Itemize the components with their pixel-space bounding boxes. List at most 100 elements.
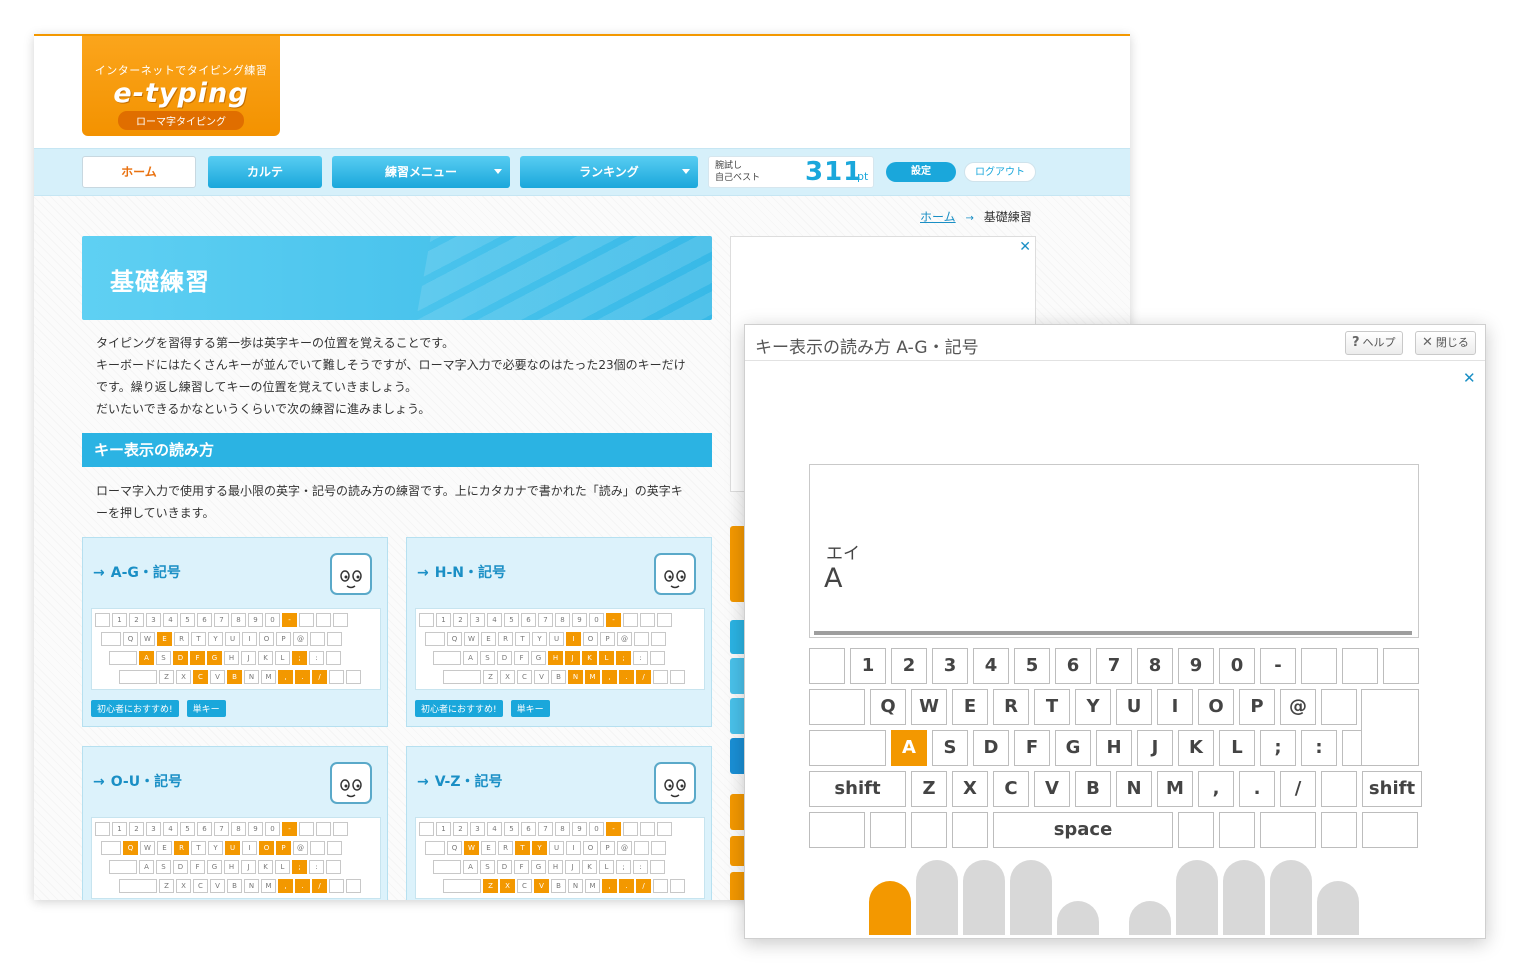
key-mascot-icon	[330, 553, 372, 595]
nav-ranking-button[interactable]: ランキング	[520, 156, 698, 188]
nav-home-button[interactable]: ホーム	[82, 156, 196, 188]
mini-key: N	[568, 670, 583, 684]
mini-key: B	[227, 670, 242, 684]
close-button[interactable]: ✕ 閉じる	[1415, 331, 1476, 355]
side-tab-orange[interactable]	[730, 872, 744, 900]
key-blank	[1383, 648, 1419, 684]
nav-practice-menu-button[interactable]: 練習メニュー	[332, 156, 510, 188]
key-7: 7	[1096, 648, 1132, 684]
side-tab-orange[interactable]	[730, 836, 744, 866]
mini-keyboard-row: Z X C V B N M,. /	[443, 879, 685, 893]
key-e: E	[952, 689, 988, 725]
mini-key: ,	[602, 879, 617, 893]
mini-key: H	[224, 860, 239, 874]
mini-key: I	[242, 632, 257, 646]
side-tab-blue[interactable]	[730, 738, 744, 774]
mini-key: M	[261, 879, 276, 893]
settings-button[interactable]: 設定	[886, 162, 956, 182]
lesson-card-v-z[interactable]: → V-Z・記号 1 2 3 4 5 6 7 8 9 0- Q W E R T Y U I O P @ A S D F G H J K L;…	[406, 746, 712, 900]
mini-keyboard-row: 1234567890-	[419, 613, 672, 627]
breadcrumb-home-link[interactable]: ホーム	[920, 210, 956, 224]
mini-key: 8	[555, 613, 570, 627]
mini-key: O	[583, 632, 598, 646]
key-j: J	[1137, 730, 1173, 766]
mini-keyboard-row: Z X C V B N M,. /	[119, 879, 361, 893]
lesson-card-h-n[interactable]: → H-N・記号 1 2 3 4 5 6 7 8 9 0- Q W E R T Y U I O P @ A S D F G H J K L;…	[406, 537, 712, 727]
mini-key: M	[261, 670, 276, 684]
mini-key	[299, 613, 314, 627]
mini-key	[333, 613, 348, 627]
intro-line: タイピングを習得する第一歩は英字キーの位置を覚えることです。	[96, 336, 455, 350]
side-tab-orange[interactable]	[730, 794, 744, 830]
logout-button[interactable]: ログアウト	[964, 162, 1036, 182]
finger-right-ring	[1270, 860, 1312, 935]
mini-key: 8	[555, 822, 570, 836]
mini-key	[653, 670, 668, 684]
mini-key: J	[241, 860, 256, 874]
mini-key: 1	[112, 613, 127, 627]
key-symbol: .	[1239, 771, 1275, 807]
mini-key: .	[619, 879, 634, 893]
mini-key: R	[498, 841, 513, 855]
lesson-card-title-text: H-N・記号	[434, 565, 506, 581]
mini-keyboard-row: 1234567890-	[419, 822, 672, 836]
mini-keyboard: 1 2 3 4 5 6 7 8 9 0- Q W E R T Y U I O P @ A S D F G H J K L;: Z X C V B N M…	[91, 608, 381, 690]
nav-ranking-label: ランキング	[579, 165, 639, 179]
side-tab-blue[interactable]	[730, 658, 744, 694]
mini-key: 6	[197, 822, 212, 836]
mini-key	[109, 860, 137, 874]
lesson-card-a-g[interactable]: → A-G・記号 1 2 3 4 5 6 7 8 9 0- Q W E R T Y U I O P @ A S D F G H J K L;…	[82, 537, 388, 727]
mini-keyboard-row: Q W E R T Y U I O P @	[425, 841, 666, 855]
mini-key	[327, 632, 342, 646]
close-ad-icon[interactable]: ✕	[1019, 239, 1031, 255]
mini-key: ,	[278, 879, 293, 893]
finger-left-index	[1010, 860, 1052, 935]
side-tab-blue[interactable]	[730, 620, 744, 654]
mini-key: 2	[129, 613, 144, 627]
mini-key: H	[224, 651, 239, 665]
mini-key	[333, 822, 348, 836]
lesson-card-o-u[interactable]: → O-U・記号 1 2 3 4 5 6 7 8 9 0- Q W E R T Y U I O P @ A S D F G H J K L;…	[82, 746, 388, 900]
section-description: ローマ字入力で使用する最小限の英字・記号の読み方の練習です。上にカタカナで書かれ…	[96, 480, 706, 524]
mini-key: 1	[436, 822, 451, 836]
site-logo[interactable]: インターネットでタイピング練習 e-typing ローマ字タイピング	[82, 36, 280, 136]
mini-key: 9	[572, 613, 587, 627]
key-symbol: @	[1280, 689, 1316, 725]
best-score-box: 腕試し 自己ベスト 311 pt	[708, 156, 874, 188]
mini-keyboard: 1 2 3 4 5 6 7 8 9 0- Q W E R T Y U I O P @ A S D F G H J K L;: Z X C V B N M…	[91, 817, 381, 899]
mini-key: 8	[231, 613, 246, 627]
mini-key	[95, 822, 110, 836]
mini-key: C	[517, 879, 532, 893]
key-o: O	[1198, 689, 1234, 725]
nav-karte-button[interactable]: カルテ	[208, 156, 322, 188]
mini-key: M	[585, 670, 600, 684]
mini-key: -	[606, 613, 621, 627]
mini-key: P	[600, 632, 615, 646]
mini-key: R	[174, 841, 189, 855]
mini-key: A	[463, 651, 478, 665]
side-tab-orange[interactable]	[730, 526, 744, 602]
help-button[interactable]: ? ヘルプ	[1345, 331, 1403, 355]
best-label-line1: 腕試し	[715, 161, 743, 171]
side-tab-blue[interactable]	[730, 698, 744, 734]
page-title: 基礎練習	[110, 268, 210, 296]
intro-text: タイピングを習得する第一歩は英字キーの位置を覚えることです。 キーボードにはたく…	[96, 332, 706, 420]
mini-key: A	[463, 860, 478, 874]
mini-key: X	[500, 879, 515, 893]
mini-key: F	[514, 860, 529, 874]
lesson-card-title: → O-U・記号	[93, 771, 182, 791]
dismiss-icon[interactable]: ✕	[1463, 369, 1476, 387]
mini-key: :	[633, 860, 648, 874]
key-shift: shift	[1362, 771, 1422, 807]
key-blank	[809, 812, 865, 848]
intro-line: キーボードにはたくさんキーが並んでいて難しそうですが、ローマ字入力で必要なのはた…	[96, 358, 686, 372]
mini-key: E	[157, 632, 172, 646]
mini-key: 6	[521, 613, 536, 627]
mini-key: R	[498, 632, 513, 646]
mini-key	[329, 879, 344, 893]
nav-practice-menu-label: 練習メニュー	[384, 165, 457, 179]
mini-key	[634, 632, 649, 646]
mini-key	[419, 613, 434, 627]
close-icon: ✕	[1422, 335, 1433, 350]
arrow-right-icon: →	[93, 565, 105, 581]
